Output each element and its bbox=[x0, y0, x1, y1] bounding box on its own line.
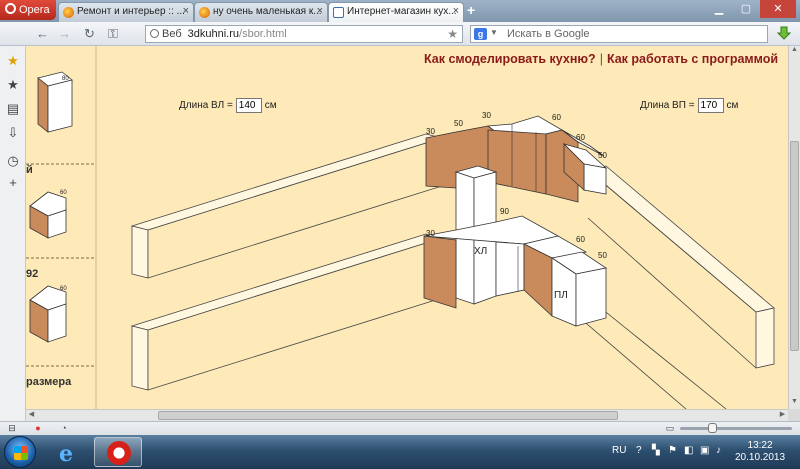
tab-malenkaya-kuhnya[interactable]: ну очень маленькая к... × bbox=[194, 2, 328, 22]
horizontal-scroll-thumb[interactable] bbox=[158, 411, 618, 420]
history-clock-icon[interactable]: ◷ bbox=[6, 154, 20, 168]
how-to-use-program-link[interactable]: Как работать с программой bbox=[607, 52, 778, 66]
status-bar: ⊟ ● ◔ ▭ bbox=[0, 421, 800, 435]
how-to-model-link[interactable]: Как смоделировать кухню? bbox=[424, 52, 596, 66]
opera-side-panel: ★ ★ ▤ ⇩ ◷ + bbox=[0, 46, 26, 421]
right-wall-upper bbox=[587, 165, 775, 369]
taskbar-opera[interactable] bbox=[94, 437, 142, 467]
left-length-control: Длина ВЛ =см bbox=[179, 98, 277, 113]
tray-monitor-icon[interactable]: ▣ bbox=[700, 446, 710, 456]
bookmark-star-icon[interactable]: ★ bbox=[447, 27, 458, 41]
reload-icon[interactable]: ↻ bbox=[84, 26, 95, 42]
close-tab-icon[interactable]: × bbox=[317, 5, 323, 17]
page-content: 30 50 30 60 60 50 30 90 60 50 80 60 60 Х… bbox=[26, 46, 788, 409]
dim-label-lower-1: 30 bbox=[426, 229, 435, 238]
page-horizontal-scrollbar[interactable]: ◀ ▶ bbox=[26, 409, 788, 421]
tray-help-icon[interactable]: ? bbox=[636, 446, 646, 456]
panel-toggle-icon[interactable]: ⊟ bbox=[6, 423, 18, 434]
left-length-input[interactable] bbox=[235, 98, 262, 113]
opera-menu-button[interactable]: Opera bbox=[0, 0, 56, 20]
close-window-button[interactable]: ✕ bbox=[760, 0, 796, 18]
tray-network-icon[interactable]: ▚ bbox=[652, 446, 662, 456]
tray-volume-icon[interactable]: ♪ bbox=[716, 446, 726, 456]
help-links: Как смоделировать кухню? | Как работать с … bbox=[424, 52, 779, 66]
dim-label-upper-4: 60 bbox=[552, 113, 561, 122]
catalog-label-3: размера bbox=[26, 376, 72, 388]
page-vertical-scrollbar[interactable]: ▲ ▼ bbox=[788, 46, 800, 409]
page-favicon-icon bbox=[333, 7, 344, 18]
upper-cabinet-row[interactable] bbox=[425, 115, 608, 203]
system-clock[interactable]: 13:22 20.10.2013 bbox=[735, 440, 785, 464]
address-toolbar: ← → ↻ ⚿ Веб 3dkuhni.ru/sbor.html ★ g ▼ Ис… bbox=[0, 22, 800, 46]
scroll-up-arrow-icon[interactable]: ▲ bbox=[789, 46, 800, 57]
notes-icon[interactable]: ▤ bbox=[6, 102, 20, 116]
bookmarks-star-icon[interactable]: ★ bbox=[6, 78, 20, 92]
new-tab-button[interactable]: + bbox=[467, 2, 475, 18]
download-arrow-icon[interactable] bbox=[777, 26, 791, 40]
dim-label-upper-3: 30 bbox=[482, 111, 491, 120]
address-field[interactable]: Веб 3dkuhni.ru/sbor.html ★ bbox=[145, 25, 463, 43]
start-button[interactable] bbox=[4, 436, 36, 468]
cabinet-label-pl: ПЛ bbox=[554, 290, 568, 301]
opera-icon bbox=[107, 441, 131, 465]
catalog-label-1: й bbox=[26, 164, 33, 176]
key-icon[interactable]: ⚿ bbox=[108, 26, 118, 42]
clock-time: 13:22 bbox=[747, 440, 773, 451]
minimize-window-button[interactable]: ▁ bbox=[706, 0, 732, 18]
cabinet-catalog-strip: й 92 размера bbox=[26, 46, 96, 409]
dim-label-lower-4: 50 bbox=[598, 251, 607, 260]
view-icon[interactable]: ▭ bbox=[664, 423, 676, 434]
forward-arrow-icon[interactable]: → bbox=[58, 26, 71, 41]
maximize-window-button[interactable]: ▢ bbox=[733, 0, 759, 18]
clock-date: 20.10.2013 bbox=[735, 452, 786, 463]
tab-remont[interactable]: Ремонт и интерьер :: ... × bbox=[58, 2, 194, 22]
dim-label-lower-2: 90 bbox=[500, 207, 509, 216]
globe-icon bbox=[150, 29, 159, 38]
tray-flag-icon[interactable]: ⚑ bbox=[668, 446, 678, 456]
star-icon[interactable]: ★ bbox=[6, 54, 20, 68]
dim-label-upper-5: 60 bbox=[576, 133, 585, 142]
scroll-down-arrow-icon[interactable]: ▼ bbox=[789, 398, 800, 409]
close-tab-icon[interactable]: × bbox=[183, 5, 189, 17]
site-favicon-icon bbox=[199, 7, 210, 18]
windows-logo-icon bbox=[14, 446, 28, 460]
opera-logo-icon bbox=[5, 3, 16, 14]
right-length-control: Длина ВП =см bbox=[640, 98, 738, 113]
tab-bar: Opera Ремонт и интерьер :: ... × ну очень… bbox=[0, 0, 800, 22]
corner-cabinet-pl[interactable] bbox=[550, 251, 608, 327]
dim-label-upper-6: 50 bbox=[598, 151, 607, 160]
language-indicator[interactable]: RU bbox=[612, 445, 626, 456]
dim-label-upper-1: 30 bbox=[426, 127, 435, 136]
internet-explorer-icon: e bbox=[59, 441, 73, 467]
dim-label-lower-3: 60 bbox=[576, 235, 585, 244]
dim-label-upper-2: 50 bbox=[454, 119, 463, 128]
add-panel-icon[interactable]: + bbox=[6, 176, 20, 190]
search-field[interactable]: g ▼ Искать в Google bbox=[470, 25, 768, 43]
right-length-input[interactable] bbox=[697, 98, 724, 113]
vertical-scroll-thumb[interactable] bbox=[790, 141, 799, 351]
site-favicon-icon bbox=[63, 7, 74, 18]
close-tab-icon[interactable]: × bbox=[453, 5, 459, 17]
scroll-left-arrow-icon[interactable]: ◀ bbox=[26, 410, 37, 421]
unite-icon[interactable]: ● bbox=[32, 423, 44, 434]
back-arrow-icon[interactable]: ← bbox=[36, 26, 49, 41]
tray-app-icon[interactable]: ◧ bbox=[684, 446, 694, 456]
scroll-right-arrow-icon[interactable]: ▶ bbox=[777, 410, 788, 421]
catalog-label-2: 92 bbox=[26, 268, 39, 280]
taskbar-internet-explorer[interactable]: e bbox=[44, 437, 92, 467]
turbo-icon[interactable]: ◔ bbox=[58, 423, 70, 434]
chevron-down-icon[interactable]: ▼ bbox=[490, 28, 498, 37]
cabinet-label-hl: ХЛ bbox=[474, 246, 487, 257]
downloads-icon[interactable]: ⇩ bbox=[6, 126, 20, 140]
zoom-slider[interactable] bbox=[680, 423, 792, 433]
google-icon: g bbox=[474, 28, 487, 40]
tab-internet-magazin[interactable]: Интернет-магазин кух... × bbox=[328, 2, 464, 22]
zoom-slider-knob[interactable] bbox=[708, 423, 717, 433]
windows-taskbar: e RU ? ▚ ⚑ ◧ ▣ ♪ 13:22 20.10.2013 bbox=[0, 435, 800, 469]
